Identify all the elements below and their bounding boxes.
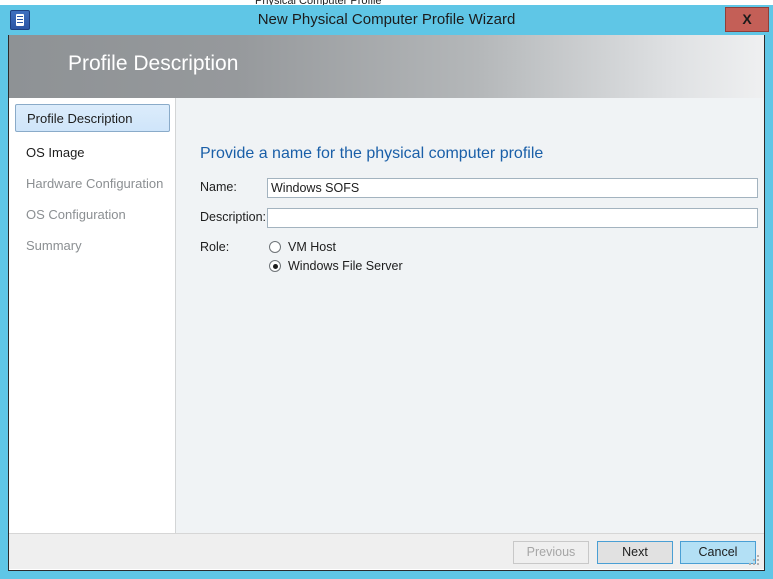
- sidebar-item-summary: Summary: [26, 238, 82, 253]
- name-input[interactable]: [267, 178, 758, 198]
- next-button[interactable]: Next: [597, 541, 673, 564]
- wizard-step-nav: Profile Description OS Image Hardware Co…: [9, 98, 176, 533]
- radio-circle-filled-icon: [269, 260, 281, 272]
- sidebar-item-hardware-configuration: Hardware Configuration: [26, 176, 164, 191]
- previous-button: Previous: [513, 541, 589, 564]
- description-label: Description:: [200, 210, 266, 224]
- window-title: New Physical Computer Profile Wizard: [257, 11, 516, 28]
- radio-windows-file-server-label: Windows File Server: [288, 259, 403, 273]
- page-title: Profile Description: [68, 52, 239, 75]
- close-icon[interactable]: X: [725, 7, 769, 32]
- page-banner: Profile Description: [9, 35, 764, 98]
- radio-vm-host[interactable]: VM Host: [269, 239, 336, 256]
- dialog-footer: Previous Next Cancel: [9, 533, 764, 569]
- radio-windows-file-server[interactable]: Windows File Server: [269, 258, 403, 275]
- radio-circle-icon: [269, 241, 281, 253]
- wizard-window: New Physical Computer Profile Wizard X P…: [0, 5, 773, 579]
- title-bar: New Physical Computer Profile Wizard X: [0, 5, 773, 35]
- name-label: Name:: [200, 180, 237, 194]
- radio-vm-host-label: VM Host: [288, 240, 336, 254]
- sidebar-item-profile-description[interactable]: Profile Description: [15, 104, 170, 132]
- sidebar-item-os-image[interactable]: OS Image: [15, 139, 170, 167]
- cancel-button[interactable]: Cancel: [680, 541, 756, 564]
- wizard-content-pane: Provide a name for the physical computer…: [176, 98, 764, 533]
- role-label: Role:: [200, 240, 230, 254]
- description-input[interactable]: [267, 208, 758, 228]
- resize-grip-icon[interactable]: [749, 555, 761, 567]
- wizard-body: Profile Description Profile Description …: [8, 35, 765, 571]
- sidebar-item-os-configuration: OS Configuration: [26, 207, 126, 222]
- content-heading: Provide a name for the physical computer…: [200, 145, 544, 162]
